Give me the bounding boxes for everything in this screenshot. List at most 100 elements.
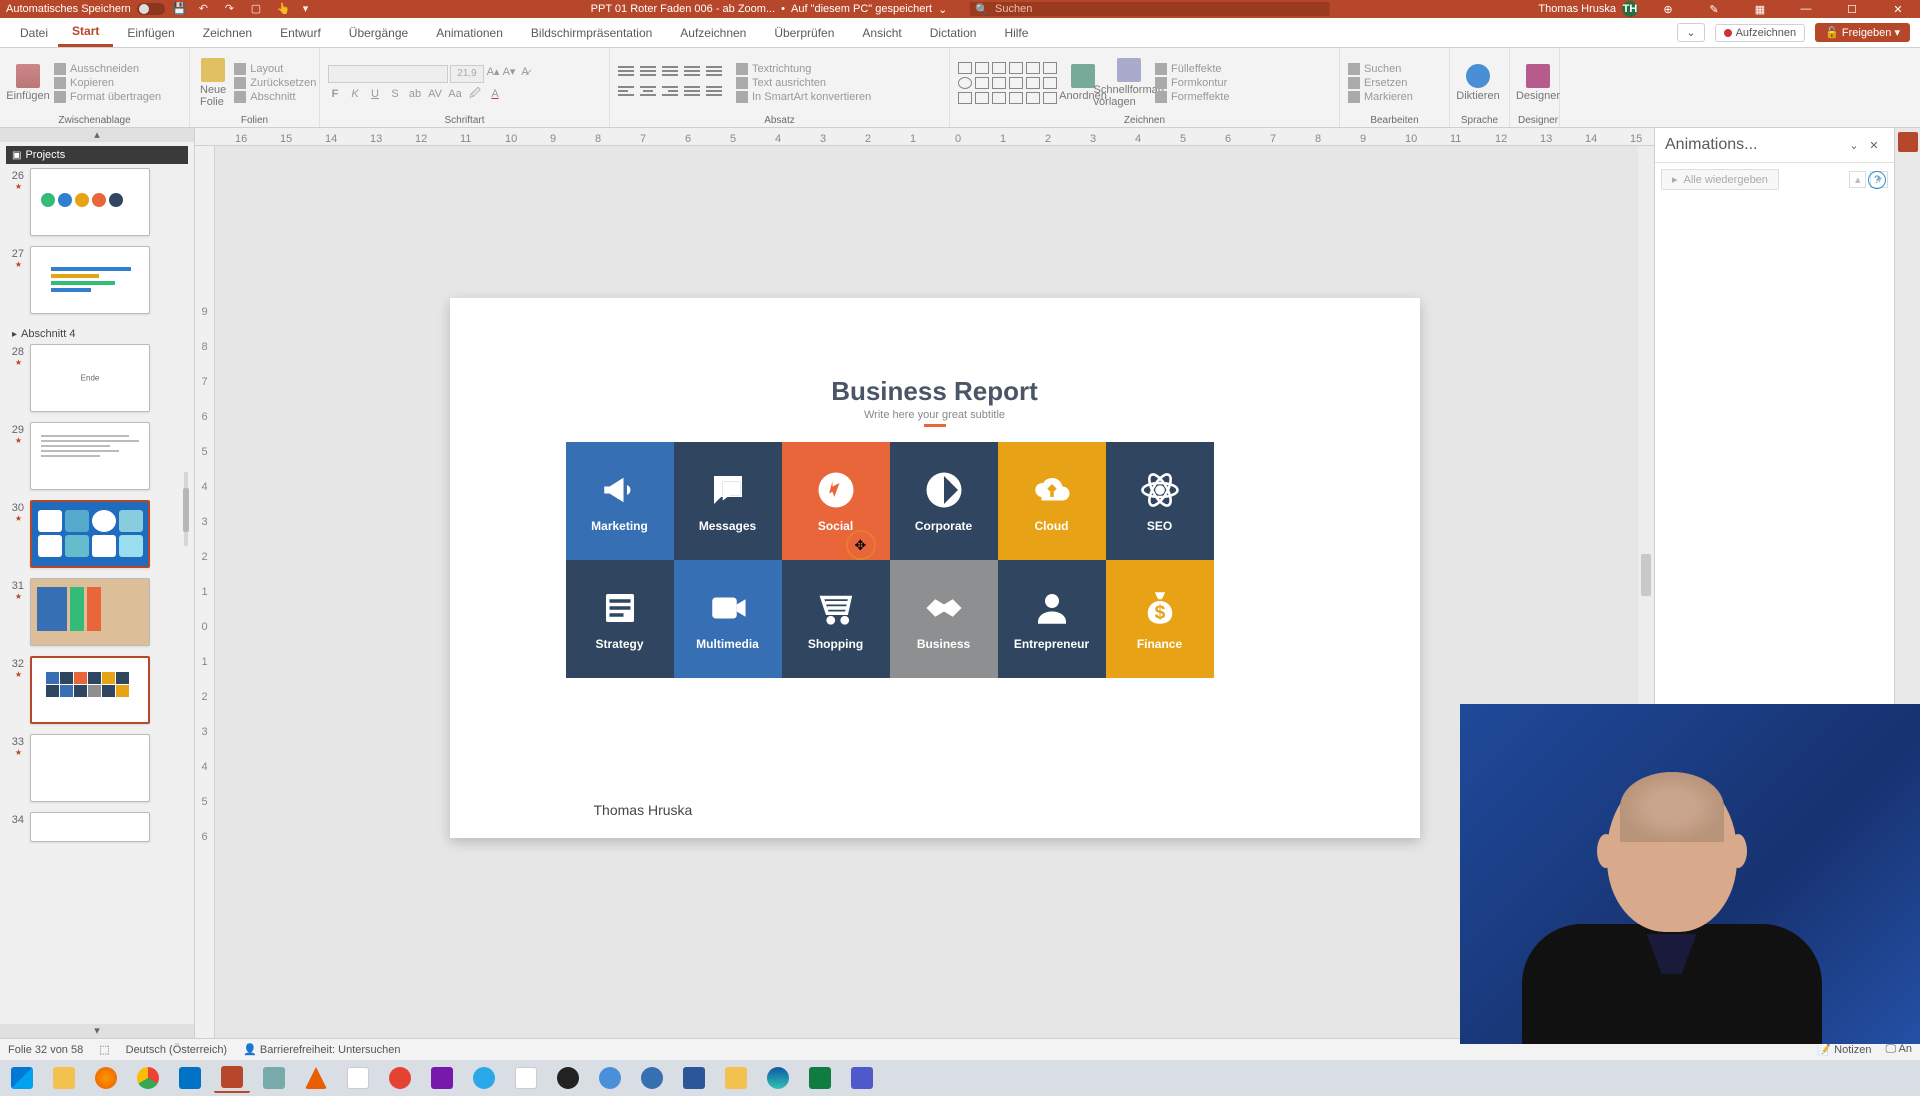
app-button-4[interactable] — [634, 1063, 670, 1093]
globe-icon[interactable]: ⊕ — [1652, 0, 1684, 18]
app-button[interactable] — [340, 1063, 376, 1093]
thumbnail-item[interactable]: 32★ — [6, 656, 188, 724]
teams-button[interactable] — [844, 1063, 880, 1093]
section-4-header[interactable]: ▸ Abschnitt 4 — [6, 324, 188, 344]
slide-subtitle[interactable]: Write here your great subtitle — [450, 409, 1420, 421]
ribbon-mode-icon[interactable]: ▦ — [1744, 0, 1776, 18]
thumbnail-item[interactable]: 28★ Ende — [6, 344, 188, 412]
tab-dictation[interactable]: Dictation — [916, 20, 991, 46]
slide-canvas[interactable]: Business Report Write here your great su… — [215, 146, 1654, 1038]
slide-thumb-33[interactable] — [30, 734, 150, 802]
cut-button[interactable]: Ausschneiden — [54, 63, 161, 75]
tab-einfuegen[interactable]: Einfügen — [113, 20, 188, 46]
thumbnail-item[interactable]: 27★ — [6, 246, 188, 314]
font-size-input[interactable] — [450, 65, 484, 83]
scroll-down-button[interactable]: ▾ — [0, 1024, 194, 1038]
slide[interactable]: Business Report Write here your great su… — [450, 298, 1420, 838]
tile-seo[interactable]: SEO — [1106, 442, 1214, 560]
decrease-font-button[interactable]: A▾ — [502, 65, 516, 79]
paste-button[interactable]: Einfügen — [8, 62, 48, 104]
thumb-scroll-thumb[interactable] — [183, 488, 189, 532]
tile-entrepreneur[interactable]: Entrepreneur — [998, 560, 1106, 678]
columns-button[interactable] — [706, 86, 722, 100]
onenote-button[interactable] — [424, 1063, 460, 1093]
explorer-button[interactable] — [46, 1063, 82, 1093]
seq-up-button[interactable]: ▴ — [1849, 171, 1867, 188]
tab-uebergaenge[interactable]: Übergänge — [335, 20, 422, 46]
display-button[interactable]: 🖵 An — [1885, 1043, 1912, 1056]
slideshow-icon[interactable]: ▢ — [251, 2, 265, 16]
tile-multimedia[interactable]: Multimedia — [674, 560, 782, 678]
tab-start[interactable]: Start — [58, 18, 113, 47]
outlook-button[interactable] — [172, 1063, 208, 1093]
thumbnail-list[interactable]: ▣ Projects 26★ 27★ ▸ Abschnitt 4 28★ End… — [0, 142, 194, 1024]
tab-ansicht[interactable]: Ansicht — [848, 20, 915, 46]
toggle-switch[interactable] — [137, 3, 165, 15]
window-maximize[interactable]: ☐ — [1836, 0, 1868, 18]
slide-thumb-29[interactable] — [30, 422, 150, 490]
accessibility-button[interactable]: 👤 Barrierefreiheit: Untersuchen — [243, 1043, 400, 1056]
spacing-button[interactable]: AV — [428, 87, 442, 101]
autosave-toggle[interactable]: Automatisches Speichern — [6, 3, 165, 15]
tile-finance[interactable]: $Finance — [1106, 560, 1214, 678]
word-button[interactable] — [676, 1063, 712, 1093]
designer-button[interactable]: Designer — [1518, 62, 1558, 104]
case-button[interactable]: Aa — [448, 87, 462, 101]
copy-button[interactable]: Kopieren — [54, 77, 161, 89]
bullets-button[interactable] — [618, 66, 634, 80]
slide-thumb-32[interactable] — [30, 656, 150, 724]
tile-shopping[interactable]: Shopping — [782, 560, 890, 678]
highlight-button[interactable]: 🖉 — [468, 87, 482, 101]
slide-thumb-34[interactable] — [30, 812, 150, 842]
bold-button[interactable]: F — [328, 87, 342, 101]
redo-icon[interactable]: ↷ — [225, 2, 239, 16]
chrome-button[interactable] — [130, 1063, 166, 1093]
align-center-button[interactable] — [640, 86, 656, 100]
tab-animationen[interactable]: Animationen — [422, 20, 517, 46]
undo-icon[interactable]: ↶ — [199, 2, 213, 16]
line-spacing-button[interactable] — [706, 66, 722, 80]
save-icon[interactable]: 💾 — [173, 2, 187, 16]
tab-aufzeichnen[interactable]: Aufzeichnen — [666, 20, 760, 46]
strike-button[interactable]: S — [388, 87, 402, 101]
help-icon[interactable]: ? — [1868, 171, 1886, 189]
play-all-button[interactable]: ▸ Alle wiedergeben — [1661, 169, 1779, 190]
tab-hilfe[interactable]: Hilfe — [990, 20, 1042, 46]
slide-title[interactable]: Business Report — [450, 298, 1420, 407]
telegram-button[interactable] — [466, 1063, 502, 1093]
language-button[interactable]: Deutsch (Österreich) — [126, 1044, 227, 1056]
pen-icon[interactable]: ✎ — [1698, 0, 1730, 18]
folder-button[interactable] — [718, 1063, 754, 1093]
font-color-button[interactable]: A — [488, 87, 502, 101]
layout-button[interactable]: Layout — [234, 63, 316, 75]
vertical-ruler[interactable]: 9876543210123456 — [195, 146, 215, 1038]
thumbnail-item[interactable]: 30★ — [6, 500, 188, 568]
tab-ueberpruefen[interactable]: Überprüfen — [760, 20, 848, 46]
user-account[interactable]: Thomas Hruska TH — [1538, 1, 1638, 17]
shadow-button[interactable]: ab — [408, 87, 422, 101]
vlc-button[interactable] — [298, 1063, 334, 1093]
smartart-button[interactable]: In SmartArt konvertieren — [736, 91, 871, 103]
find-button[interactable]: Suchen — [1348, 63, 1413, 75]
todoist-button[interactable] — [382, 1063, 418, 1093]
italic-button[interactable]: K — [348, 87, 362, 101]
record-button[interactable]: Aufzeichnen — [1715, 24, 1806, 42]
tile-cloud[interactable]: Cloud — [998, 442, 1106, 560]
slide-counter[interactable]: Folie 32 von 58 — [8, 1044, 83, 1056]
tile-business[interactable]: Business — [890, 560, 998, 678]
tile-strategy[interactable]: Strategy — [566, 560, 674, 678]
firefox-button[interactable] — [88, 1063, 124, 1093]
shapes-gallery[interactable] — [958, 62, 1057, 104]
slide-thumb-31[interactable] — [30, 578, 150, 646]
dropdown-icon[interactable]: ⌄ — [938, 3, 947, 16]
edge-button[interactable] — [760, 1063, 796, 1093]
tab-zeichnen[interactable]: Zeichnen — [189, 20, 266, 46]
replace-button[interactable]: Ersetzen — [1348, 77, 1413, 89]
justify-button[interactable] — [684, 86, 700, 100]
section-button[interactable]: Abschnitt — [234, 91, 316, 103]
notes-button[interactable]: 📝 Notizen — [1817, 1043, 1871, 1056]
thumbnail-item[interactable]: 31★ — [6, 578, 188, 646]
slide-thumb-26[interactable] — [30, 168, 150, 236]
scroll-up-button[interactable]: ▴ — [0, 128, 194, 142]
align-left-button[interactable] — [618, 86, 634, 100]
